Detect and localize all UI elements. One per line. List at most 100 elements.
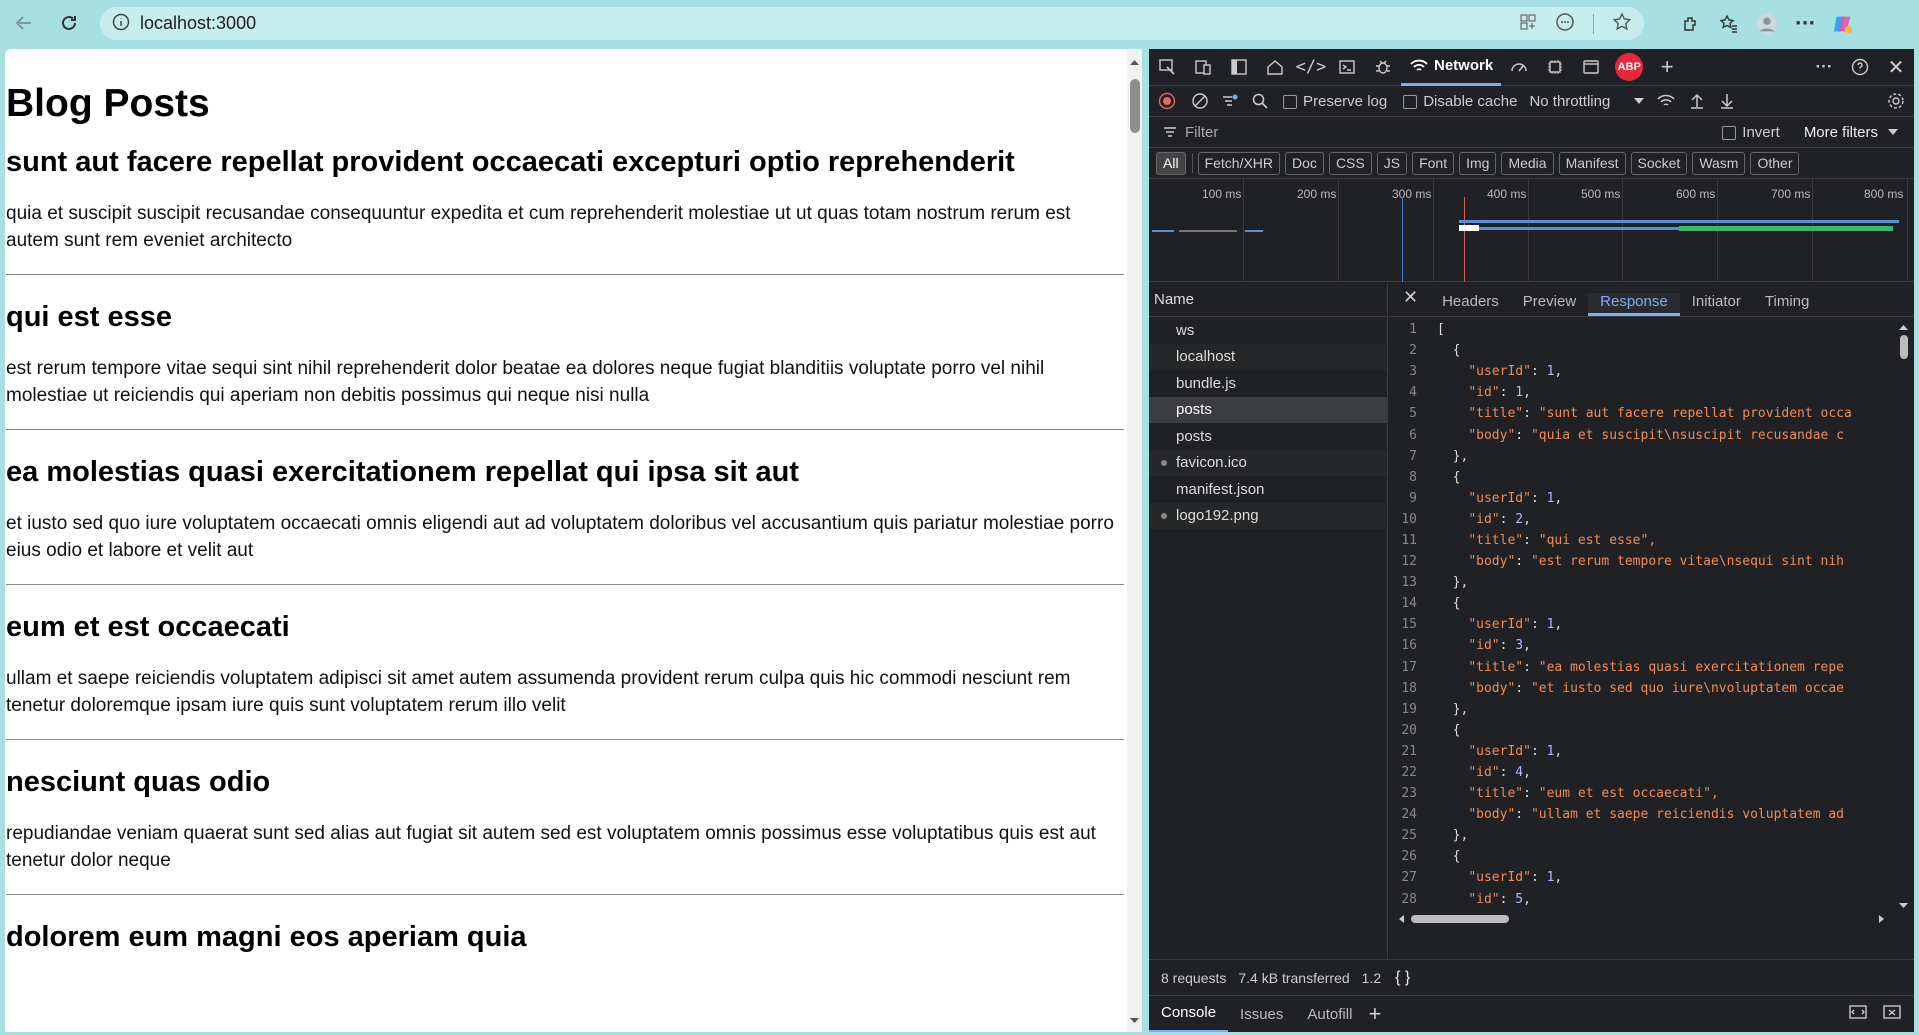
record-icon[interactable] <box>1149 83 1185 120</box>
application-icon[interactable] <box>1573 49 1609 86</box>
tab-autofill[interactable]: Autofill <box>1295 996 1364 1033</box>
info-icon[interactable] <box>112 13 130 35</box>
help-icon[interactable] <box>1842 49 1878 86</box>
device-toolbar-icon[interactable] <box>1185 49 1221 86</box>
web-page: Blog Posts sunt aut facere repellat prov… <box>5 49 1142 1032</box>
welcome-home-icon[interactable] <box>1257 49 1293 86</box>
clear-icon[interactable] <box>1185 83 1215 120</box>
filter-chip-doc[interactable]: Doc <box>1285 151 1324 175</box>
post-title: eum et est occaecati <box>6 611 290 643</box>
scrollbar-thumb[interactable] <box>1411 915 1509 923</box>
tab-issues[interactable]: Issues <box>1228 996 1295 1033</box>
chevron-down-icon <box>1888 129 1898 135</box>
name-column-header[interactable]: Name <box>1149 283 1387 317</box>
request-row-selected[interactable]: posts <box>1149 396 1387 423</box>
filter-chip-manifest[interactable]: Manifest <box>1558 151 1626 175</box>
quick-source-icon[interactable] <box>1848 1003 1868 1025</box>
filter-chip-img[interactable]: Img <box>1459 151 1497 175</box>
throttling-select[interactable]: No throttling <box>1529 93 1646 110</box>
request-row[interactable]: manifest.json <box>1149 476 1387 503</box>
tab-timing[interactable]: Timing <box>1753 293 1821 316</box>
more-filters-dropdown[interactable]: More filters <box>1804 124 1900 141</box>
scroll-down-icon[interactable] <box>1127 1014 1142 1028</box>
scrollbar-thumb[interactable] <box>1900 335 1908 359</box>
invert-checkbox[interactable]: Invert <box>1722 124 1780 141</box>
tab-console[interactable]: Console <box>1149 996 1229 1032</box>
import-har-icon[interactable] <box>1682 83 1712 120</box>
sidebar-icon[interactable] <box>1221 49 1257 86</box>
adblock-plus-icon[interactable]: ABP <box>1615 53 1644 81</box>
filter-chip-all[interactable]: All <box>1156 151 1186 175</box>
disable-cache-checkbox[interactable]: Disable cache <box>1403 93 1517 110</box>
request-row[interactable]: favicon.ico <box>1149 449 1387 476</box>
close-devtools-icon[interactable]: ✕ <box>1878 49 1914 86</box>
sources-bug-icon[interactable] <box>1365 49 1401 86</box>
profile-avatar[interactable] <box>1756 13 1778 35</box>
tab-headers[interactable]: Headers <box>1430 293 1511 316</box>
response-scrollbar[interactable] <box>1896 319 1911 912</box>
request-row[interactable]: ws <box>1149 317 1387 344</box>
search-icon[interactable] <box>1245 83 1275 120</box>
reload-icon[interactable] <box>52 6 86 40</box>
page-scrollbar[interactable] <box>1127 49 1142 1032</box>
code-text: { <box>1437 469 1461 485</box>
favorite-star-icon[interactable] <box>1612 11 1632 36</box>
more-icon[interactable]: ··· <box>1794 13 1816 35</box>
memory-icon[interactable] <box>1537 49 1573 86</box>
address-bar[interactable]: localhost:3000 <box>100 7 1644 40</box>
tab-response[interactable]: Response <box>1588 293 1680 316</box>
preserve-log-checkbox[interactable]: Preserve log <box>1283 93 1387 110</box>
filter-settings-icon[interactable] <box>1215 83 1245 120</box>
scroll-right-icon[interactable] <box>1876 912 1888 926</box>
timeline-overview[interactable]: 100 ms 200 ms 300 ms 400 ms 500 ms 600 m… <box>1149 179 1914 282</box>
post-item: qui est esse est rerum tempore vitae seq… <box>6 275 1124 430</box>
tab-preview[interactable]: Preview <box>1511 293 1588 316</box>
filter-chip-font[interactable]: Font <box>1412 151 1455 175</box>
export-har-icon[interactable] <box>1712 83 1742 120</box>
collections-icon[interactable] <box>1718 13 1740 35</box>
filter-chip-js[interactable]: JS <box>1376 151 1408 175</box>
response-horizontal-scrollbar[interactable] <box>1389 912 1894 926</box>
pretty-print-button[interactable]: { } <box>1395 969 1410 987</box>
filter-input[interactable]: Filter <box>1163 124 1218 141</box>
filter-chip-css[interactable]: CSS <box>1328 151 1372 175</box>
console-icon[interactable] <box>1329 49 1365 86</box>
emoji-icon[interactable] <box>1555 12 1575 36</box>
extensions-icon[interactable] <box>1680 13 1702 35</box>
request-row[interactable]: logo192.png <box>1149 502 1387 529</box>
request-row[interactable]: posts <box>1149 423 1387 450</box>
copilot-icon[interactable] <box>1832 13 1854 35</box>
network-conditions-icon[interactable] <box>1650 83 1682 120</box>
request-list: Name ws localhost bundle.js posts posts … <box>1149 283 1388 959</box>
request-row[interactable]: localhost <box>1149 343 1387 370</box>
filter-chip-socket[interactable]: Socket <box>1630 151 1688 175</box>
scroll-up-icon[interactable] <box>1127 55 1142 69</box>
apps-icon[interactable] <box>1519 13 1537 35</box>
code-text: { <box>1437 596 1461 612</box>
network-settings-gear-icon[interactable] <box>1878 83 1914 120</box>
performance-icon[interactable] <box>1501 49 1537 86</box>
url-text[interactable]: localhost:3000 <box>140 13 256 34</box>
scroll-down-icon[interactable] <box>1896 900 1911 912</box>
tab-initiator[interactable]: Initiator <box>1680 293 1753 316</box>
elements-icon[interactable]: </> <box>1293 49 1329 86</box>
scroll-left-icon[interactable] <box>1395 912 1407 926</box>
scroll-up-icon[interactable] <box>1896 321 1911 333</box>
tab-network[interactable]: Network <box>1401 49 1502 86</box>
filter-chip-other[interactable]: Other <box>1750 151 1800 175</box>
back-icon[interactable] <box>7 6 41 40</box>
add-drawer-tab-icon[interactable]: + <box>1368 1001 1381 1027</box>
inspect-icon[interactable] <box>1149 49 1185 86</box>
request-row[interactable]: bundle.js <box>1149 370 1387 397</box>
filter-chip-fetch-xhr[interactable]: Fetch/XHR <box>1197 151 1281 175</box>
close-drawer-icon[interactable] <box>1882 1003 1902 1025</box>
response-body[interactable]: 1[2 {3 "userId": 1, 4 "id": 1, 5 "title": … <box>1389 319 1894 912</box>
scrollbar-thumb[interactable] <box>1130 79 1140 133</box>
more-tools-icon[interactable]: ··· <box>1806 49 1842 86</box>
add-tab-icon[interactable]: + <box>1649 49 1685 86</box>
filter-chip-media[interactable]: Media <box>1501 151 1554 175</box>
page-content: Blog Posts sunt aut facere repellat prov… <box>5 49 1124 1032</box>
close-detail-icon[interactable]: ✕ <box>1389 287 1430 316</box>
code-line: 23 "title": "eum et est occaecati", <box>1389 783 1894 804</box>
filter-chip-wasm[interactable]: Wasm <box>1692 151 1746 175</box>
